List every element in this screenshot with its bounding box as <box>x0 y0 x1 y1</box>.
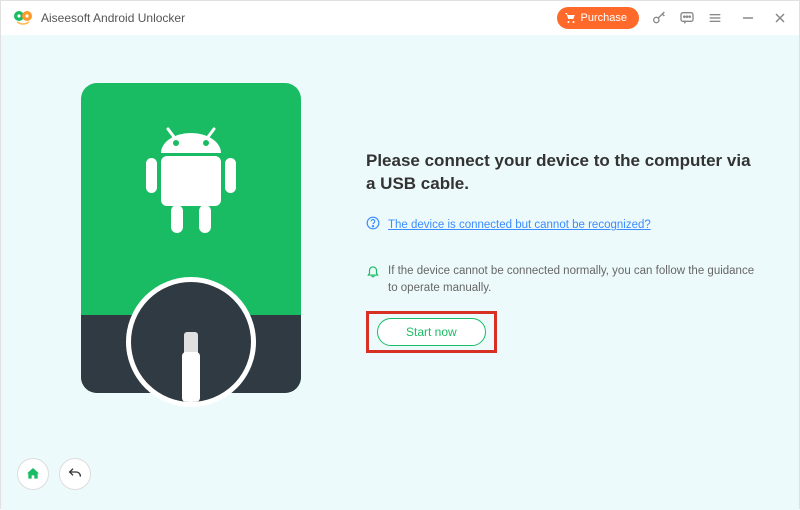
start-now-button[interactable]: Start now <box>377 318 486 346</box>
back-button[interactable] <box>59 458 91 490</box>
close-button[interactable] <box>773 11 787 25</box>
app-logo-icon <box>13 8 33 28</box>
start-highlight-box: Start now <box>366 311 497 353</box>
info-row: If the device cannot be connected normal… <box>366 263 761 298</box>
help-link[interactable]: The device is connected but cannot be re… <box>388 219 651 231</box>
titlebar-right: Purchase <box>557 7 787 29</box>
minimize-button[interactable] <box>741 11 755 25</box>
manual-hint: If the device cannot be connected normal… <box>388 263 761 298</box>
usb-cable-icon <box>182 332 200 402</box>
android-robot-icon <box>136 123 246 243</box>
bell-icon <box>366 264 380 283</box>
instructions-panel: Please connect your device to the comput… <box>366 150 761 353</box>
back-icon <box>67 466 83 482</box>
app-title: Aiseesoft Android Unlocker <box>41 11 557 25</box>
menu-icon[interactable] <box>707 10 723 26</box>
usb-magnifier <box>126 277 256 407</box>
purchase-label: Purchase <box>581 12 627 24</box>
feedback-icon[interactable] <box>679 10 695 26</box>
cart-icon <box>565 12 577 24</box>
key-icon[interactable] <box>651 10 667 26</box>
home-icon <box>25 466 41 482</box>
help-row: The device is connected but cannot be re… <box>366 216 761 235</box>
purchase-button[interactable]: Purchase <box>557 7 639 29</box>
main-heading: Please connect your device to the comput… <box>366 150 761 196</box>
home-button[interactable] <box>17 458 49 490</box>
bottom-nav <box>17 458 91 490</box>
content-area: Please connect your device to the comput… <box>1 35 799 510</box>
device-illustration <box>81 83 301 393</box>
question-icon <box>366 216 380 235</box>
titlebar: Aiseesoft Android Unlocker Purchase <box>1 1 799 35</box>
